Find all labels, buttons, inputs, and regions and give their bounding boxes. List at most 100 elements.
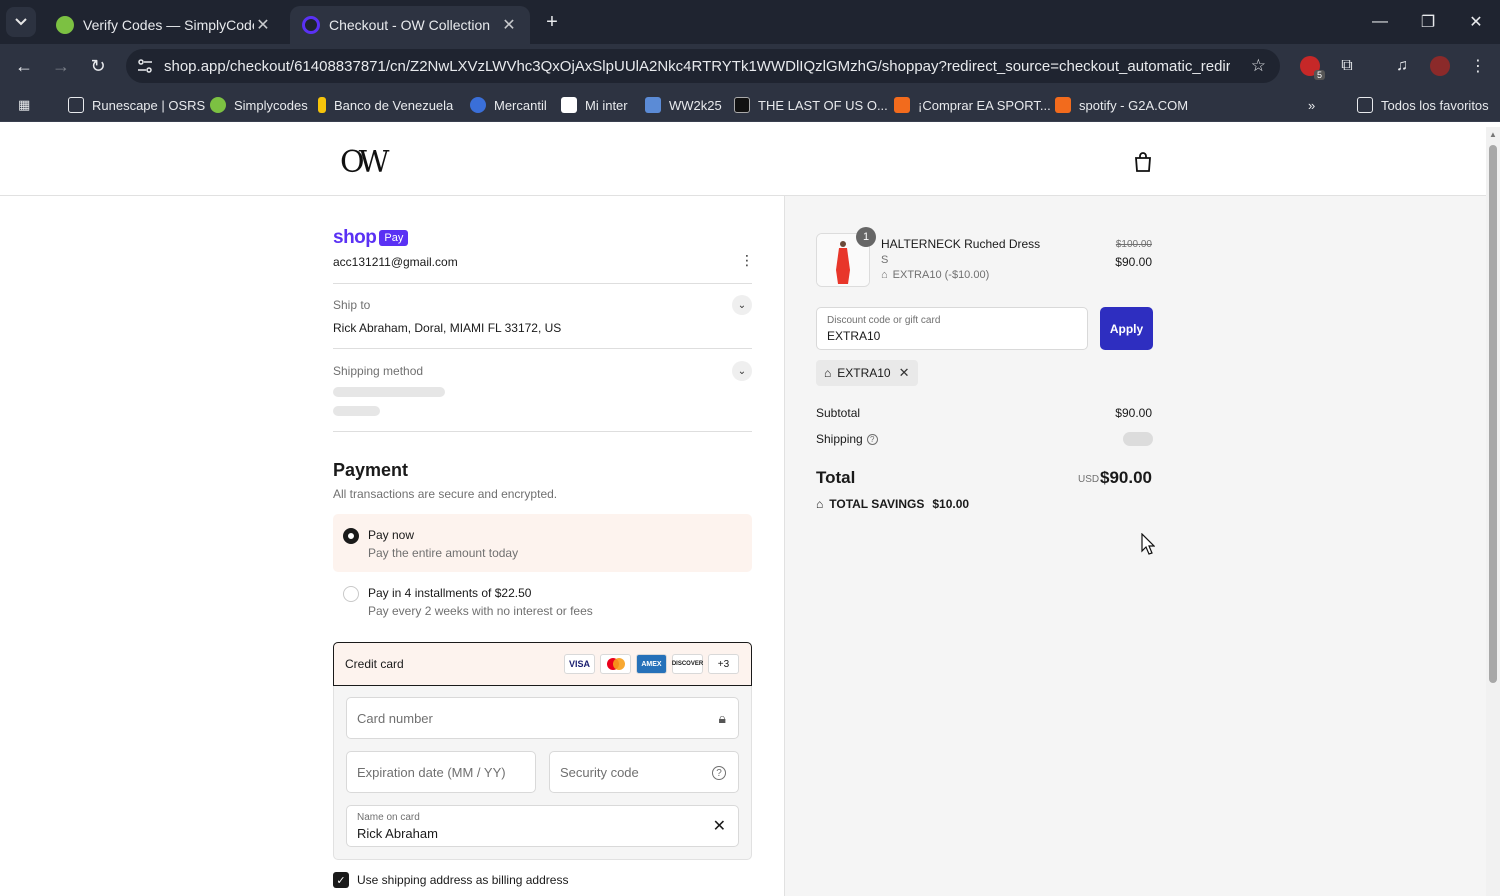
- tab-simplycodes[interactable]: Verify Codes — SimplyCodes ✕: [44, 6, 284, 44]
- shipping-method-label: Shipping method: [333, 364, 424, 378]
- payment-heading: Payment: [333, 460, 409, 480]
- clear-icon[interactable]: ✕: [713, 816, 726, 836]
- close-tab-icon[interactable]: ✕: [254, 15, 272, 35]
- card-number-input[interactable]: Card number 🔒︎: [346, 697, 739, 739]
- browser-menu-icon[interactable]: ⋮: [1466, 54, 1490, 78]
- tab-search-button[interactable]: [6, 7, 36, 37]
- scrollbar-thumb[interactable]: [1489, 145, 1497, 683]
- bookmark-ea-sports[interactable]: ¡Comprar EA SPORT...: [894, 95, 1051, 115]
- extension-adblock-icon[interactable]: 5: [1298, 54, 1325, 80]
- product-name: HALTERNECK Ruched Dress: [881, 237, 1041, 251]
- option-title: Pay in 4 installments of $22.50: [368, 586, 532, 600]
- folder-icon: [1357, 97, 1373, 113]
- bookmark-tlou[interactable]: THE LAST OF US O...: [734, 95, 888, 115]
- item-price: $90.00: [1115, 255, 1152, 269]
- forward-button[interactable]: →: [47, 52, 75, 80]
- original-price: $100.00: [1115, 239, 1152, 250]
- back-button[interactable]: ←: [10, 52, 38, 80]
- close-tab-icon[interactable]: ✕: [500, 15, 518, 35]
- credit-card-header[interactable]: Credit card VISA AMEX DISCOVER +3: [333, 642, 752, 686]
- divider: [333, 348, 752, 349]
- visa-icon: VISA: [564, 654, 595, 674]
- bookmark-ww2k25[interactable]: WW2k25: [645, 95, 722, 115]
- apply-button[interactable]: Apply: [1100, 307, 1153, 350]
- new-tab-button[interactable]: +: [540, 10, 564, 34]
- scroll-up-icon[interactable]: ▲: [1489, 130, 1497, 139]
- help-circle-icon[interactable]: ?: [866, 434, 878, 446]
- folder-icon: [68, 97, 84, 113]
- mastercard-icon: [600, 654, 631, 674]
- subtotal-value: $90.00: [1115, 406, 1152, 420]
- discount-code-input[interactable]: Discount code or gift card EXTRA10: [816, 307, 1088, 350]
- order-summary-pane: [784, 196, 1486, 896]
- shipping-loading-skeleton: [1123, 432, 1153, 446]
- billing-checkbox[interactable]: ✓: [333, 872, 349, 888]
- address-bar[interactable]: shop.app/checkout/61408837871/cn/Z2NwLXV…: [126, 49, 1280, 83]
- apps-grid-icon[interactable]: ▦: [18, 95, 30, 115]
- total-savings: ⌂ TOTAL SAVINGS $10.00: [816, 497, 970, 511]
- total-label: Total: [816, 468, 856, 487]
- pay-installments-option[interactable]: Pay in 4 installments of $22.50 Pay ever…: [333, 572, 752, 630]
- amex-icon: AMEX: [636, 654, 667, 674]
- bookmark-mercantil[interactable]: Mercantil: [470, 95, 547, 115]
- radio-unselected[interactable]: [343, 586, 359, 602]
- lock-icon: 🔒︎: [718, 710, 726, 726]
- remove-discount-icon[interactable]: ✕: [899, 365, 910, 381]
- bookmark-spotify[interactable]: spotify - G2A.COM: [1055, 95, 1188, 115]
- inter-icon: [561, 97, 577, 113]
- option-subtitle: Pay the entire amount today: [368, 546, 519, 560]
- shipping-label: Shipping: [816, 432, 863, 446]
- bookmark-banco[interactable]: Banco de Venezuela: [318, 95, 453, 115]
- mouse-cursor-icon: [1141, 533, 1155, 555]
- bookmarks-bar: ▦ Runescape | OSRS Simplycodes Banco de …: [0, 88, 1500, 122]
- simplycodes-icon: [56, 16, 74, 34]
- chevron-down-icon: [15, 18, 27, 26]
- reload-button[interactable]: ↻: [84, 52, 112, 80]
- tab-title: Checkout - OW Collection: [329, 17, 491, 33]
- radio-selected[interactable]: [343, 528, 359, 544]
- ship-to-expand-icon[interactable]: ⌄: [732, 295, 752, 315]
- subtotal-label: Subtotal: [816, 406, 861, 420]
- security-code-input[interactable]: Security code ?: [549, 751, 739, 793]
- bookmark-runescape[interactable]: Runescape | OSRS: [68, 95, 205, 115]
- currency-code: USD: [1078, 474, 1100, 485]
- bookmark-simplycodes[interactable]: Simplycodes: [210, 95, 308, 115]
- bookmark-star-icon[interactable]: ☆: [1251, 56, 1266, 76]
- checkout-page: OW shop Pay acc131211@gmail.com ⋮ Ship t…: [0, 127, 1486, 896]
- credit-card-label: Credit card: [345, 657, 404, 671]
- site-info-icon[interactable]: [137, 58, 153, 74]
- discover-icon: DISCOVER: [672, 654, 703, 674]
- tag-icon: ⌂: [881, 269, 888, 281]
- minimize-button[interactable]: —: [1356, 0, 1404, 44]
- applied-discount-chip: ⌂ EXTRA10 ✕: [816, 360, 918, 386]
- name-on-card-input[interactable]: Name on card Rick Abraham ✕: [346, 805, 739, 847]
- bookmark-all-favorites[interactable]: Todos los favoritos: [1357, 95, 1489, 115]
- mercantil-icon: [470, 97, 486, 113]
- tab-checkout[interactable]: Checkout - OW Collection ✕: [290, 6, 530, 44]
- account-email: acc131211@gmail.com: [333, 255, 458, 269]
- product-discount: ⌂ EXTRA10 (-$10.00): [881, 269, 990, 281]
- extensions-puzzle-icon[interactable]: ⧉: [1335, 54, 1359, 78]
- banco-icon: [318, 97, 326, 113]
- bookmark-mi-inter[interactable]: Mi inter: [561, 95, 628, 115]
- more-options-icon[interactable]: ⋮: [740, 253, 754, 267]
- store-logo[interactable]: OW: [340, 145, 389, 180]
- g2a-icon: [1055, 97, 1071, 113]
- tlou-icon: [734, 97, 750, 113]
- pay-now-option[interactable]: Pay now Pay the entire amount today: [333, 514, 752, 572]
- expiration-date-input[interactable]: Expiration date (MM / YY): [346, 751, 536, 793]
- shopping-bag-icon[interactable]: [1133, 151, 1153, 173]
- close-window-button[interactable]: ✕: [1452, 0, 1500, 44]
- divider: [333, 431, 752, 432]
- profile-avatar[interactable]: [1428, 54, 1452, 78]
- more-bookmarks-icon[interactable]: »: [1308, 95, 1315, 115]
- restore-button[interactable]: ❐: [1404, 0, 1452, 44]
- page-scrollbar[interactable]: ▲: [1486, 127, 1500, 896]
- shipping-method-expand-icon[interactable]: ⌄: [732, 361, 752, 381]
- quantity-badge: 1: [856, 227, 876, 247]
- credit-card-section: Credit card VISA AMEX DISCOVER +3 Card n…: [333, 642, 752, 860]
- product-variant: S: [881, 254, 889, 266]
- help-circle-icon[interactable]: ?: [708, 764, 726, 781]
- tab-title: Verify Codes — SimplyCodes: [83, 17, 254, 33]
- media-control-icon[interactable]: ♫: [1390, 54, 1414, 78]
